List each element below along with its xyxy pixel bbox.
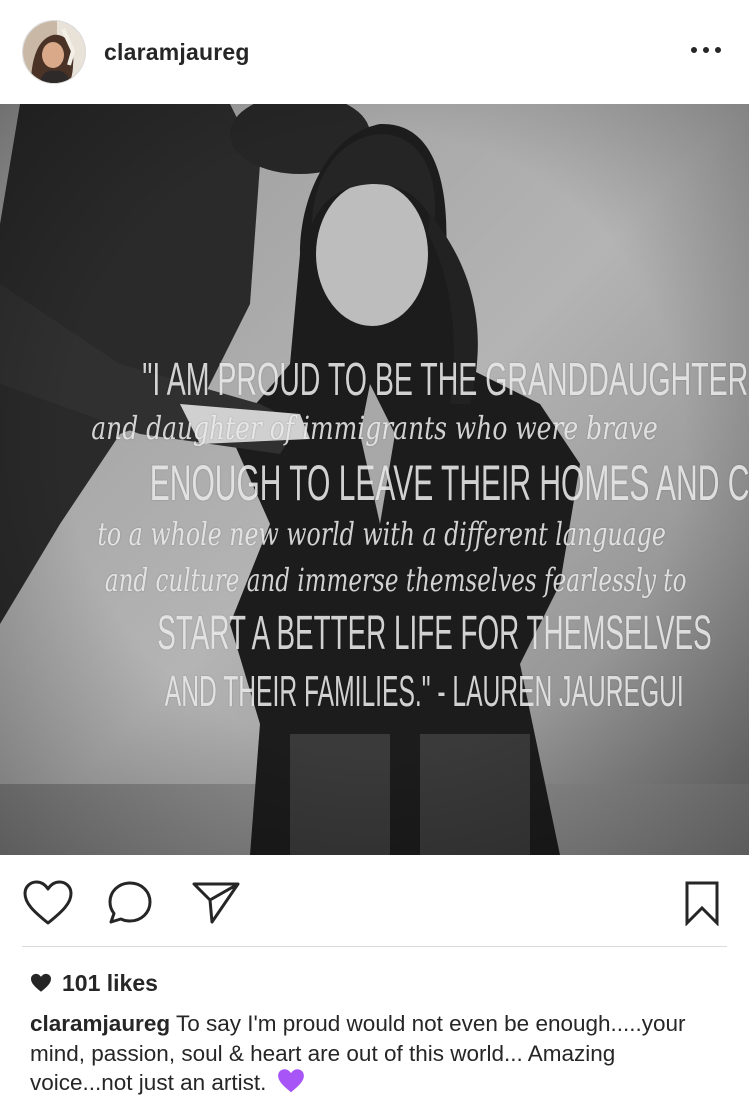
dot	[703, 47, 709, 53]
dot	[715, 47, 721, 53]
more-options-icon[interactable]	[691, 38, 721, 62]
quote-line: ENOUGH TO LEAVE THEIR HOMES AND COME	[149, 455, 749, 511]
quote-line: START A BETTER LIFE FOR THEMSELVES	[157, 607, 712, 660]
avatar-image	[23, 21, 85, 83]
post-caption: claramjaureg To say I'm proud would not …	[30, 1009, 720, 1098]
save-button[interactable]	[676, 877, 728, 929]
quote-line: and culture and immerse themselves fearl…	[104, 561, 687, 599]
quote-line: "I AM PROUD TO BE THE GRANDDAUGHTER	[142, 353, 749, 405]
likes-count[interactable]: 101 likes	[30, 968, 158, 998]
action-bar	[0, 855, 749, 947]
caption-username[interactable]: claramjaureg	[30, 1011, 170, 1036]
comment-button[interactable]	[104, 877, 156, 929]
quote-overlay: "I AM PROUD TO BE THE GRANDDAUGHTER and d…	[0, 356, 749, 714]
heart-filled-icon	[31, 973, 51, 992]
bookmark-icon	[685, 881, 719, 926]
divider	[22, 946, 727, 947]
quote-line: AND THEIR FAMILIES." - LAUREN JAUREGUI	[164, 667, 684, 716]
quote-line: to a whole new world with a different la…	[97, 515, 666, 553]
purple-heart-emoji-icon	[277, 1069, 304, 1093]
post-username[interactable]: claramjaureg	[104, 39, 250, 66]
quote-line: and daughter of immigrants who were brav…	[91, 409, 658, 447]
comment-icon	[108, 881, 152, 924]
avatar[interactable]	[22, 20, 86, 84]
post-header: claramjaureg	[0, 0, 749, 104]
likes-text: 101 likes	[62, 969, 158, 996]
post-image[interactable]: "I AM PROUD TO BE THE GRANDDAUGHTER and d…	[0, 104, 749, 855]
like-button[interactable]	[22, 877, 74, 929]
share-button[interactable]	[190, 877, 242, 929]
dot	[691, 47, 697, 53]
heart-icon	[23, 880, 73, 925]
send-icon	[192, 882, 240, 924]
